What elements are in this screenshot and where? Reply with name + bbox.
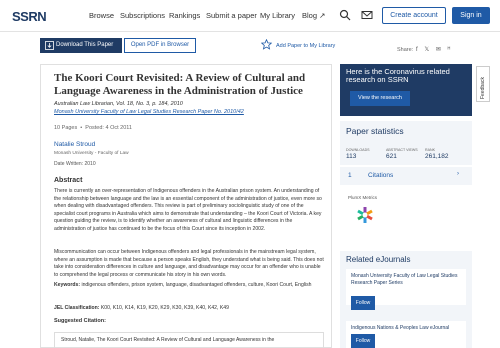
jel-classification: JEL Classification: K00, K10, K14, K19, … bbox=[54, 305, 229, 311]
stat-downloads-value: 113 bbox=[346, 153, 357, 160]
date-written: Date Written: 2010 bbox=[54, 161, 96, 167]
related-ejournals: Related eJournals Monash University Facu… bbox=[340, 251, 472, 348]
nav-subscriptions[interactable]: Subscriptions bbox=[120, 11, 165, 20]
ejournal-title-2[interactable]: Indigenous Nations & Peoples Law eJourna… bbox=[351, 325, 461, 332]
download-paper-button[interactable]: Download This Paper bbox=[40, 38, 122, 53]
nav-my-library[interactable]: My Library bbox=[260, 11, 295, 20]
download-icon bbox=[45, 41, 54, 50]
add-to-library-link[interactable]: Add Paper to My Library bbox=[261, 39, 336, 50]
journal-citation: Australian Law Librarian, Vol. 18, No. 3… bbox=[54, 101, 183, 107]
paper-title: The Koori Court Revisited: A Review of C… bbox=[54, 72, 306, 97]
posted-date: Posted: 4 Oct 2011 bbox=[85, 125, 132, 131]
author-link[interactable]: Natalie Stroud bbox=[54, 141, 95, 148]
nav-rankings[interactable]: Rankings bbox=[169, 11, 200, 20]
share-icons: f 𝕏 ✉ ᴴ bbox=[416, 46, 455, 53]
star-icon bbox=[261, 39, 272, 50]
stat-rank-label: RANK bbox=[425, 148, 435, 152]
keywords-value: indigenous offenders, prison system, lan… bbox=[81, 282, 312, 288]
view-research-button[interactable]: View the research bbox=[350, 91, 410, 106]
jel-value: K00, K10, K14, K19, K20, K29, K30, K39, … bbox=[100, 305, 229, 311]
citations-label: Citations bbox=[368, 172, 394, 179]
abstract-paragraph-2: Miscommunication can occur between Indig… bbox=[54, 249, 324, 278]
share-label: Share: bbox=[397, 47, 414, 53]
facebook-icon[interactable]: f bbox=[416, 47, 418, 53]
series-link[interactable]: Monash University Faculty of Law Legal S… bbox=[54, 109, 244, 115]
stat-rank-value: 261,182 bbox=[425, 153, 449, 160]
jel-label: JEL Classification: bbox=[54, 305, 100, 311]
create-account-button[interactable]: Create account bbox=[382, 7, 446, 24]
search-icon[interactable] bbox=[339, 9, 351, 21]
plumx-label: PlumX Metrics bbox=[348, 195, 378, 200]
paper-statistics: Paper statistics DOWNLOADS 113 ABSTRACT … bbox=[340, 121, 472, 165]
citations-toggle[interactable]: 1 Citations › bbox=[340, 167, 472, 185]
keywords: Keywords: indigenous offenders, prison s… bbox=[54, 282, 324, 290]
stat-views-label: ABSTRACT VIEWS bbox=[386, 148, 418, 152]
chevron-right-icon: › bbox=[457, 171, 459, 177]
nav-browse[interactable]: Browse bbox=[89, 11, 114, 20]
follow-button-1[interactable]: Follow bbox=[351, 296, 375, 310]
stat-downloads-label: DOWNLOADS bbox=[346, 148, 370, 152]
follow-button-2[interactable]: Follow bbox=[351, 334, 375, 348]
feedback-label: Feedback bbox=[480, 77, 486, 99]
keywords-label: Keywords: bbox=[54, 282, 81, 288]
suggested-citation-label: Suggested Citation: bbox=[54, 318, 106, 324]
suggested-citation-box[interactable]: Stroud, Natalie, The Koori Court Revisit… bbox=[54, 332, 324, 348]
covid-banner: Here is the Coronavirus related research… bbox=[340, 64, 472, 116]
email-share-icon[interactable]: ✉ bbox=[436, 47, 441, 53]
stats-title: Paper statistics bbox=[346, 126, 404, 136]
ssrn-logo[interactable]: SSRN bbox=[12, 9, 47, 24]
link-share-icon[interactable]: ᴴ bbox=[448, 47, 451, 53]
open-pdf-button[interactable]: Open PDF in Browser bbox=[124, 38, 196, 53]
mail-icon[interactable] bbox=[361, 9, 373, 21]
plumx-icon[interactable] bbox=[355, 203, 385, 233]
add-to-library-label: Add Paper to My Library bbox=[276, 43, 336, 49]
ejournal-title-1[interactable]: Monash University Faculty of Law Legal S… bbox=[351, 273, 461, 287]
twitter-icon[interactable]: 𝕏 bbox=[424, 47, 429, 53]
paper-meta: 10 Pages • Posted: 4 Oct 2011 bbox=[54, 125, 132, 131]
author-affiliation: Monash University - Faculty of Law bbox=[54, 151, 129, 156]
sign-in-button[interactable]: Sign in bbox=[452, 7, 490, 24]
covid-title: Here is the Coronavirus related research… bbox=[346, 67, 450, 84]
stat-views-value: 621 bbox=[386, 153, 397, 160]
download-label: Download This Paper bbox=[56, 42, 114, 48]
stat-abstract-views: ABSTRACT VIEWS 621 bbox=[386, 148, 418, 160]
stat-rank: RANK 261,182 bbox=[425, 148, 449, 160]
page-count: 10 Pages bbox=[54, 125, 78, 131]
citations-count: 1 bbox=[348, 172, 352, 179]
abstract-paragraph-1: There is currently an over-representatio… bbox=[54, 188, 322, 232]
feedback-tab[interactable]: Feedback bbox=[476, 66, 490, 102]
nav-submit-paper[interactable]: Submit a paper bbox=[206, 11, 257, 20]
abstract-heading: Abstract bbox=[54, 177, 83, 184]
stat-downloads: DOWNLOADS 113 bbox=[346, 148, 370, 160]
top-navigation-bar: SSRN Browse Subscriptions Rankings Submi… bbox=[0, 0, 500, 32]
related-heading: Related eJournals bbox=[346, 255, 411, 264]
nav-blog[interactable]: Blog ↗ bbox=[302, 11, 325, 20]
